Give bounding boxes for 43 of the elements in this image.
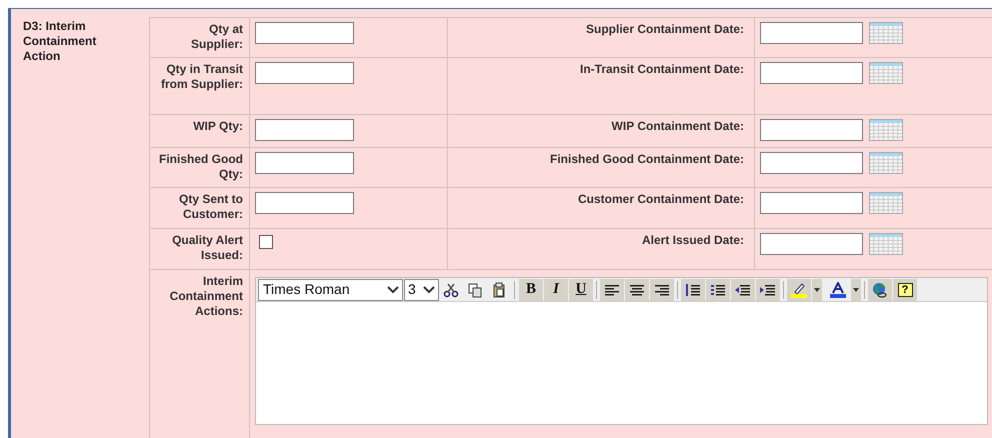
field-label: Supplier Containment Date: — [586, 22, 744, 38]
caret-icon — [423, 286, 435, 294]
field-label: WIP Containment Date: — [612, 119, 744, 135]
quantity-field[interactable] — [255, 192, 354, 214]
field-label: Finished Good Containment Date: — [550, 152, 744, 168]
quantity-field[interactable] — [255, 22, 354, 44]
field-label: Finished Good Qty: — [158, 152, 243, 183]
font-color-icon[interactable] — [829, 282, 847, 298]
field-label: In-Transit Containment Date: — [580, 62, 744, 78]
scissors-icon[interactable] — [442, 282, 460, 298]
field-label: Interim Containment Actions: — [168, 274, 243, 320]
field-label: Qty Sent to Customer: — [178, 192, 243, 223]
field-label: WIP Qty: — [193, 119, 243, 135]
quantity-field[interactable] — [255, 119, 354, 141]
field-label: Alert Issued Date: — [642, 233, 744, 249]
size-select[interactable]: 3 — [404, 278, 439, 300]
globe-link-icon[interactable] — [871, 282, 889, 298]
rich-text-editor[interactable]: Times Roman 3 B I U ? — [255, 277, 988, 425]
date-field[interactable] — [760, 233, 863, 255]
checkbox[interactable] — [259, 235, 273, 249]
section-title: D3: Interim Containment Action — [23, 19, 98, 64]
bold-button[interactable]: B — [519, 278, 543, 300]
font-select[interactable]: Times Roman — [258, 278, 403, 300]
field-label: Quality Alert Issued: — [171, 233, 243, 264]
field-label: Customer Containment Date: — [578, 192, 744, 208]
date-field[interactable] — [760, 152, 863, 174]
italic-button[interactable]: I — [544, 278, 568, 300]
copy-icon[interactable] — [466, 282, 484, 298]
field-label: Qty in Transit from Supplier: — [160, 62, 243, 93]
highlighter-icon[interactable] — [790, 282, 808, 298]
underline-button[interactable]: U — [569, 278, 593, 300]
numbered-list-icon[interactable] — [684, 282, 702, 298]
dropdown-arrow-icon[interactable] — [814, 288, 820, 292]
quantity-field[interactable] — [255, 152, 354, 174]
field-label: Qty at Supplier: — [190, 22, 243, 53]
date-field[interactable] — [760, 192, 863, 214]
caret-icon — [387, 286, 399, 294]
help-button[interactable]: ? — [893, 278, 917, 300]
dropdown-arrow-icon[interactable] — [853, 288, 859, 292]
date-field[interactable] — [760, 62, 863, 84]
date-field[interactable] — [760, 119, 863, 141]
date-field[interactable] — [760, 22, 863, 44]
quantity-field[interactable] — [255, 62, 354, 84]
